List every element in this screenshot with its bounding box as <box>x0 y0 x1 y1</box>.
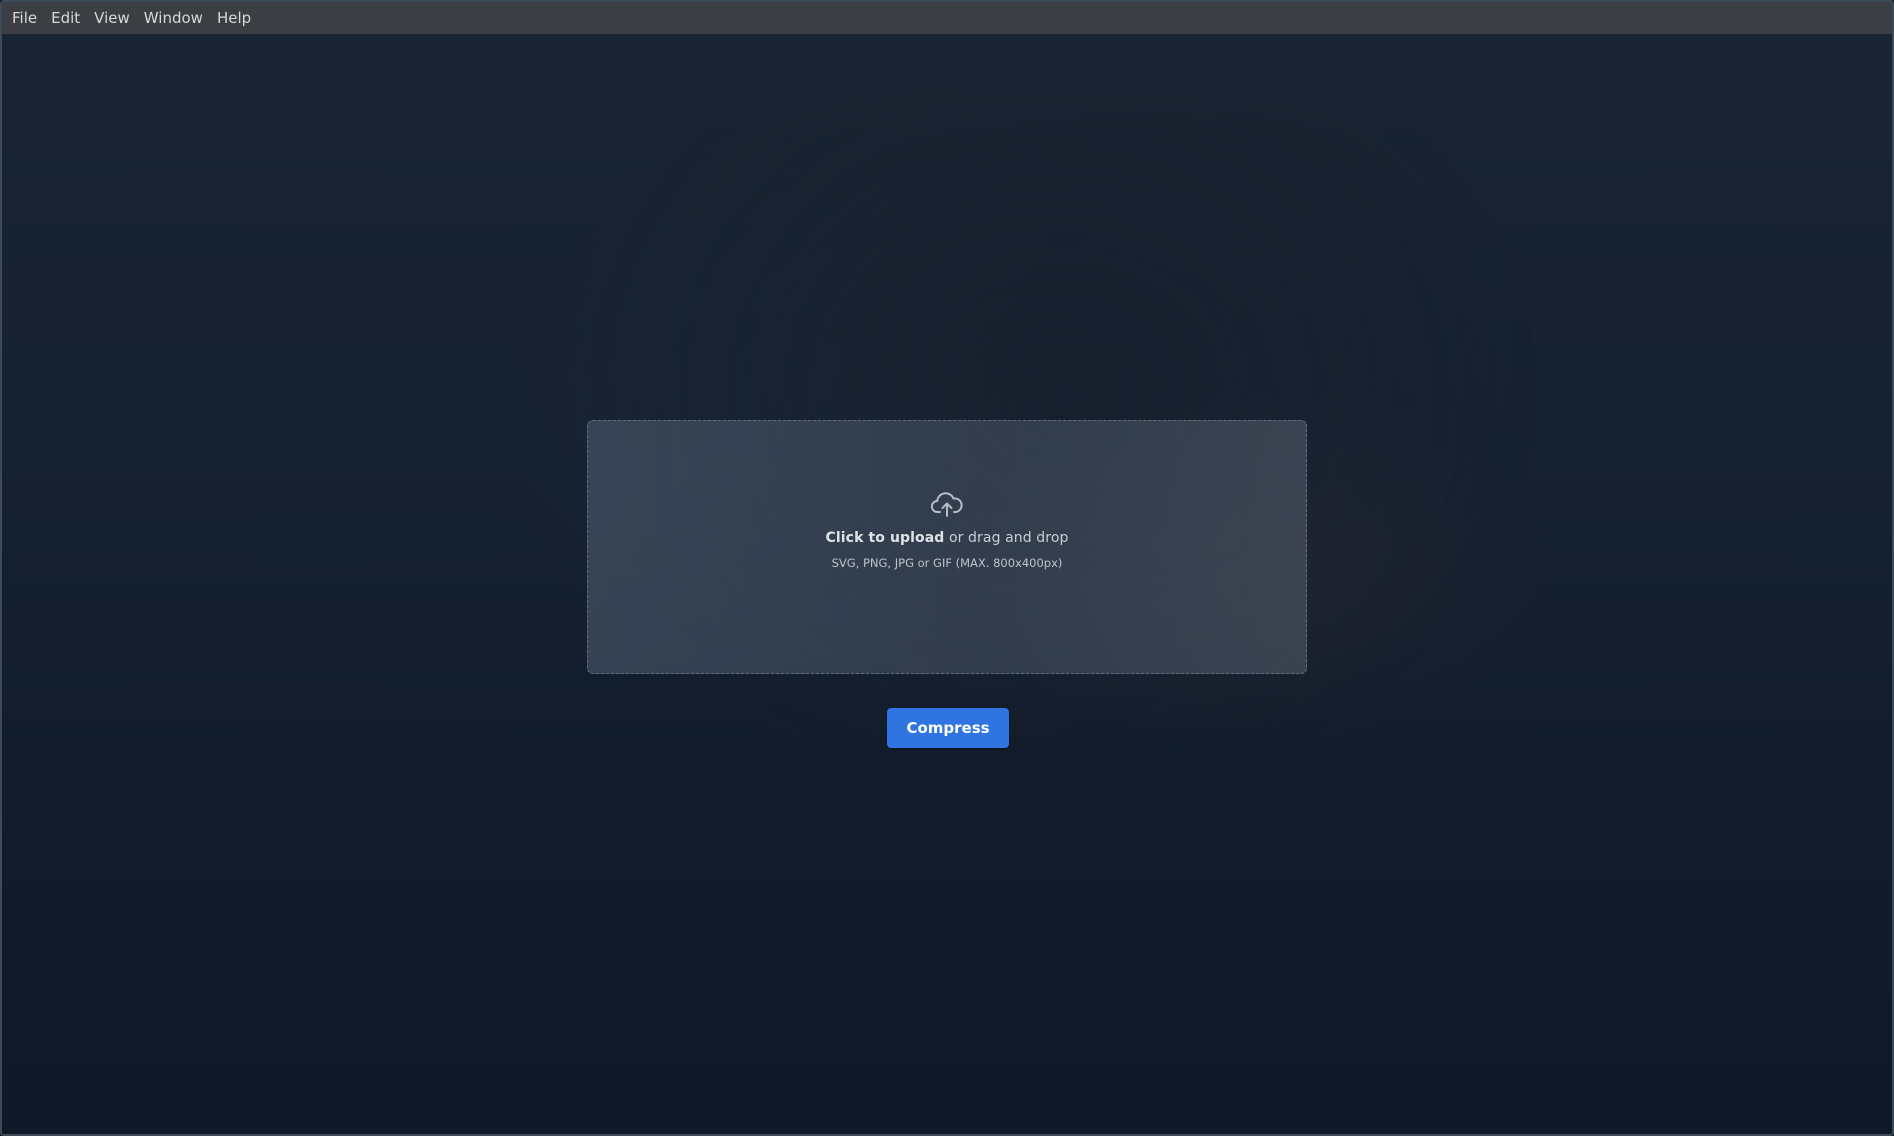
menu-file[interactable]: File <box>6 5 43 31</box>
menu-help[interactable]: Help <box>211 5 257 31</box>
drag-drop-text: or drag and drop <box>944 530 1069 546</box>
cloud-upload-icon <box>930 492 963 517</box>
menu-view[interactable]: View <box>88 5 136 31</box>
menu-window[interactable]: Window <box>138 5 209 31</box>
click-to-upload-text[interactable]: Click to upload <box>826 530 945 546</box>
app-window: File Edit View Window Help Click to uplo… <box>0 0 1894 1136</box>
menu-edit[interactable]: Edit <box>45 5 86 31</box>
upload-instructions: Click to upload or drag and drop <box>826 530 1069 546</box>
upload-dropzone[interactable]: Click to upload or drag and drop SVG, PN… <box>587 420 1307 674</box>
menu-bar: File Edit View Window Help <box>2 2 1892 34</box>
file-type-hint: SVG, PNG, JPG or GIF (MAX. 800x400px) <box>831 556 1063 570</box>
compress-button[interactable]: Compress <box>887 708 1009 748</box>
